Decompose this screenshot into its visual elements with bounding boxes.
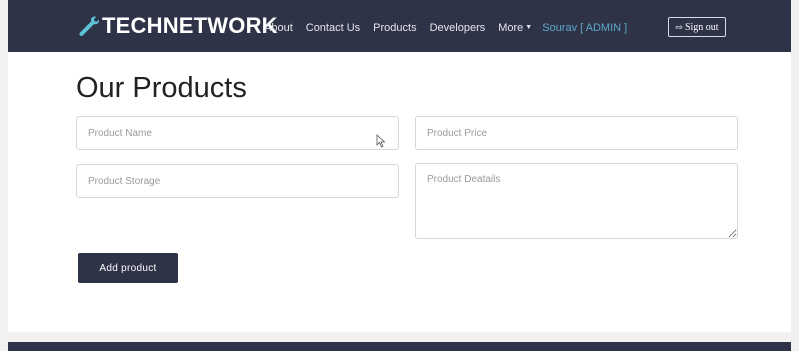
nav-link-products[interactable]: Products xyxy=(373,21,416,35)
chevron-down-icon: ▼ xyxy=(525,24,533,31)
page: TECHNETWORK About Contact Us Products De… xyxy=(0,0,799,351)
wrench-icon xyxy=(79,16,99,36)
sign-out-label: Sign out xyxy=(684,21,719,33)
brand-logo[interactable]: TECHNETWORK xyxy=(76,14,278,38)
nav-link-about[interactable]: About xyxy=(264,21,293,35)
nav-link-developers[interactable]: Developers xyxy=(430,21,486,35)
mouse-cursor-icon xyxy=(376,134,386,148)
top-navbar: TECHNETWORK About Contact Us Products De… xyxy=(8,0,791,52)
nav-more-dropdown[interactable]: More ▼ xyxy=(498,21,532,35)
sign-out-button[interactable]: ⇨ Sign out xyxy=(668,17,726,37)
footer-bar xyxy=(8,342,791,351)
brand-name: TECHNETWORK xyxy=(102,13,278,38)
add-product-button[interactable]: Add product xyxy=(78,253,178,283)
nav-link-contact-us[interactable]: Contact Us xyxy=(306,21,360,35)
nav-links: About Contact Us Products Developers Mor… xyxy=(264,21,627,35)
product-details-textarea[interactable] xyxy=(415,163,738,239)
nav-user-label[interactable]: Sourav [ ADMIN ] xyxy=(542,21,627,35)
page-title: Our Products xyxy=(76,72,247,104)
product-storage-input[interactable] xyxy=(76,164,399,198)
product-price-input[interactable] xyxy=(415,116,738,150)
nav-more-label: More xyxy=(498,22,524,34)
product-name-input[interactable] xyxy=(76,116,399,150)
main-content: Our Products Add product xyxy=(8,52,791,332)
sign-out-icon: ⇨ xyxy=(675,21,683,32)
